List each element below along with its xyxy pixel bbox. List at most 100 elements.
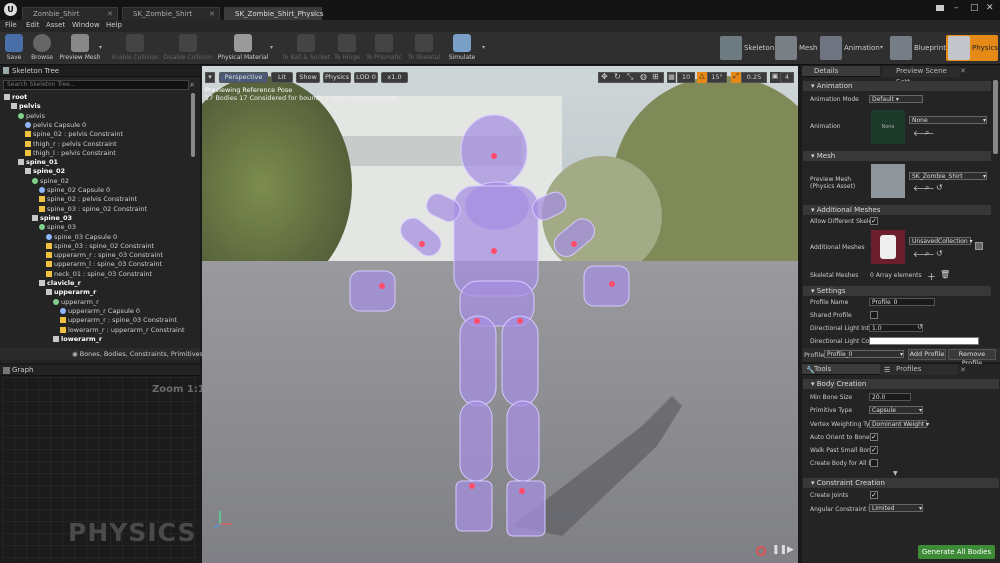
- camera-speed-icon[interactable]: ▣: [770, 72, 780, 83]
- use-selected-arrow-icon[interactable]: 🡐: [913, 183, 934, 193]
- grid-snap-icon[interactable]: ▦: [667, 72, 676, 83]
- tree-row[interactable]: lowerarm_r : upperarm_r Constraint: [60, 326, 185, 334]
- mesh-section-header[interactable]: ▾ Mesh: [803, 151, 991, 161]
- physical-material-dropdown-icon[interactable]: ▾: [270, 44, 273, 51]
- profiles-tab[interactable]: Profiles: [880, 364, 958, 375]
- to-ball-socket-button[interactable]: To Ball & Socket: [280, 34, 332, 61]
- simulate-button[interactable]: Simulate: [444, 34, 480, 61]
- perspective-button[interactable]: Perspective: [219, 72, 268, 83]
- preview-mesh-button[interactable]: Preview Mesh: [58, 34, 102, 61]
- browse-search-icon[interactable]: ⌕: [925, 183, 929, 193]
- tree-row[interactable]: spine_03: [32, 214, 72, 222]
- settings-section-header[interactable]: ▾ Settings: [803, 286, 991, 296]
- tree-row[interactable]: spine_02 : pelvis Constraint: [39, 195, 137, 203]
- show-button[interactable]: Show: [296, 72, 320, 83]
- close-icon[interactable]: ✕: [311, 8, 317, 20]
- skeleton-tree-tab[interactable]: Skeleton Tree: [0, 66, 200, 77]
- close-icon[interactable]: ✕: [107, 8, 113, 20]
- preview-mesh-dropdown-icon[interactable]: ▾: [99, 44, 102, 51]
- tree-row[interactable]: spine_01: [18, 158, 58, 166]
- preview-scene-tab[interactable]: Preview Scene Sett: [882, 66, 960, 86]
- menu-file[interactable]: File: [5, 21, 17, 29]
- tree-filter-dropdown[interactable]: ◉ Bones, Bodies, Constraints, Primitives…: [72, 350, 208, 358]
- create-joints-checkbox[interactable]: ✓: [870, 491, 878, 499]
- tree-row[interactable]: spine_02: [25, 167, 65, 175]
- mode-blueprint[interactable]: Blueprint: [890, 35, 946, 61]
- browse-button[interactable]: Browse: [28, 34, 56, 61]
- tree-row[interactable]: lowerarm_r: [53, 335, 102, 343]
- close-icon[interactable]: ✕: [960, 366, 966, 374]
- auto-orient-checkbox[interactable]: ✓: [870, 433, 878, 441]
- tree-row[interactable]: clavicle_r: [39, 279, 81, 287]
- to-prismatic-button[interactable]: To Prismatic: [364, 34, 404, 61]
- tree-row[interactable]: spine_03 : spine_02 Constraint: [46, 242, 154, 250]
- tree-row[interactable]: thigh_r : pelvis Constraint: [25, 140, 117, 148]
- animation-dropdown-icon[interactable]: ▾: [880, 44, 883, 51]
- tab-sk-zombie-shirt-physics[interactable]: SK_Zombie_Shirt_Physics ✕: [224, 7, 323, 20]
- browse-search-icon[interactable]: ⌕: [925, 128, 929, 138]
- tree-row[interactable]: spine_03: [39, 223, 76, 231]
- additional-meshes-select[interactable]: UnsavedCollection ▾: [909, 237, 973, 245]
- animation-section-header[interactable]: ▾ Animation: [803, 81, 991, 91]
- camera-speed-value[interactable]: 4: [780, 72, 794, 83]
- tab-sk-zombie-shirt[interactable]: SK_Zombie_Shirt ✕: [122, 7, 220, 20]
- profile-select[interactable]: Profile_0 ▾: [824, 350, 904, 358]
- primitive-type-select[interactable]: Capsule ▾: [869, 406, 923, 414]
- physical-material-button[interactable]: Physical Material: [216, 34, 270, 61]
- reset-icon[interactable]: ↺: [936, 183, 943, 192]
- tab-zombie-shirt[interactable]: Zombie_Shirt ✕: [22, 7, 118, 20]
- details-tab[interactable]: Details: [802, 66, 880, 77]
- animation-mode-select[interactable]: Default ▾: [869, 95, 923, 103]
- disable-collision-button[interactable]: Disable Collision: [162, 34, 214, 61]
- details-scrollbar[interactable]: [993, 80, 998, 154]
- tree-scrollbar[interactable]: [191, 93, 195, 157]
- tree-row[interactable]: upperarm_r : spine_03 Constraint: [46, 251, 163, 259]
- use-selected-arrow-icon[interactable]: 🡐: [913, 128, 934, 138]
- close-window-button[interactable]: ✕: [986, 3, 994, 13]
- scale-snap-value[interactable]: 0.25: [741, 72, 767, 83]
- use-selected-arrow-icon[interactable]: 🡐: [913, 249, 934, 259]
- menu-help[interactable]: Help: [106, 21, 122, 29]
- save-collection-icon[interactable]: [975, 242, 983, 250]
- mode-skeleton[interactable]: Skeleton: [720, 35, 774, 61]
- tree-row[interactable]: pelvis: [11, 102, 41, 110]
- skeleton-search-input[interactable]: Search Skeleton Tree...: [3, 80, 189, 90]
- profile-name-input[interactable]: Profile_0: [869, 298, 935, 306]
- minimize-button[interactable]: –: [954, 3, 959, 13]
- additional-meshes-section-header[interactable]: ▾ Additional Meshes: [803, 205, 991, 215]
- add-profile-button[interactable]: Add Profile: [908, 349, 946, 360]
- menu-window[interactable]: Window: [72, 21, 100, 29]
- create-body-all-bones-checkbox[interactable]: [870, 459, 878, 467]
- reset-icon[interactable]: ↺: [917, 323, 923, 331]
- tree-row[interactable]: spine_02 Capsule 0: [39, 186, 110, 194]
- tree-row[interactable]: thigh_l : pelvis Constraint: [25, 149, 116, 157]
- remove-profile-button[interactable]: Remove Profile: [948, 349, 996, 367]
- close-icon[interactable]: ✕: [960, 67, 966, 75]
- scale-icon[interactable]: ⤡: [627, 72, 633, 82]
- viewport-menu-button[interactable]: ▾: [205, 72, 215, 83]
- constraint-creation-section-header[interactable]: ▾ Constraint Creation: [803, 478, 999, 488]
- close-icon[interactable]: ✕: [209, 8, 215, 20]
- allow-different-checkbox[interactable]: ✓: [870, 217, 878, 225]
- physics-view-button[interactable]: Physics: [323, 72, 351, 83]
- browse-search-icon[interactable]: ⌕: [925, 249, 929, 259]
- to-hinge-button[interactable]: To Hinge: [330, 34, 364, 61]
- browse-folder-icon[interactable]: [936, 5, 944, 11]
- graph-tab[interactable]: Graph: [0, 365, 200, 376]
- move-icon[interactable]: ✥: [601, 72, 608, 81]
- animation-asset-select[interactable]: None ▾: [909, 116, 987, 124]
- tree-row[interactable]: upperarm_r Capsule 0: [60, 307, 140, 315]
- lod-button[interactable]: LOD 0: [354, 72, 378, 83]
- tree-row[interactable]: spine_03 Capsule 0: [46, 233, 117, 241]
- tree-row[interactable]: neck_01 : spine_03 Constraint: [46, 270, 152, 278]
- world-icon[interactable]: ◍: [640, 72, 647, 81]
- tree-row[interactable]: spine_02: [32, 177, 69, 185]
- enable-collision-button[interactable]: Enable Collision: [110, 34, 160, 61]
- expand-advanced-icon[interactable]: ▼: [893, 470, 898, 477]
- min-bone-size-input[interactable]: 20.0: [869, 393, 911, 401]
- generate-all-bodies-button[interactable]: Generate All Bodies: [918, 545, 995, 559]
- play-icon[interactable]: ▶: [787, 545, 794, 555]
- to-skeletal-button[interactable]: To Skeletal: [404, 34, 444, 61]
- save-button[interactable]: Save: [0, 34, 28, 61]
- playback-speed-button[interactable]: x1.0: [381, 72, 408, 83]
